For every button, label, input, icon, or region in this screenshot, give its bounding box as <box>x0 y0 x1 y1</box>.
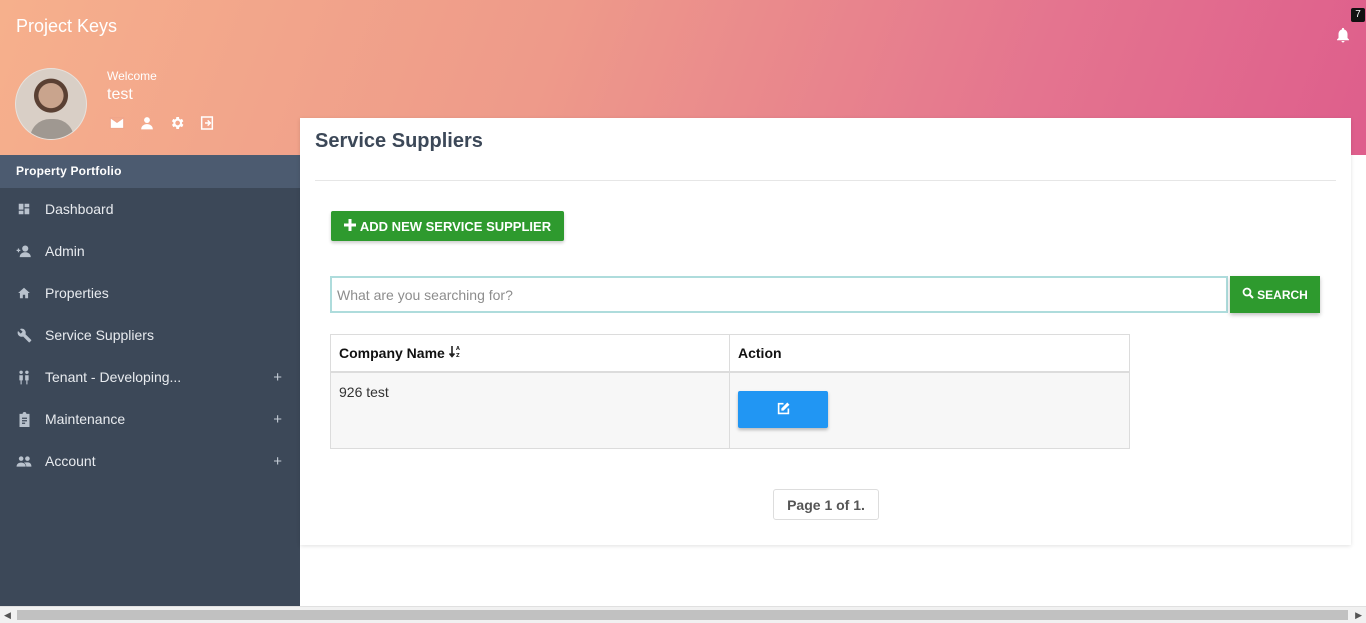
sidebar-item-properties[interactable]: Properties <box>0 272 300 314</box>
pagination-label: Page 1 of 1. <box>773 489 879 520</box>
sort-icon[interactable]: AZ <box>448 345 461 361</box>
main-card: Service Suppliers ADD NEW SERVICE SUPPLI… <box>300 118 1351 545</box>
search-input[interactable] <box>330 276 1228 313</box>
gear-icon[interactable] <box>168 114 186 132</box>
divider <box>315 180 1336 181</box>
person-icon[interactable] <box>138 114 156 132</box>
expand-icon[interactable]: + <box>273 411 282 428</box>
bell-icon[interactable] <box>1334 26 1354 46</box>
sidebar-item-account[interactable]: Account + <box>0 440 300 482</box>
expand-icon[interactable]: + <box>273 453 282 470</box>
search-button[interactable]: SEARCH <box>1230 276 1320 313</box>
column-header-action: Action <box>729 334 1130 373</box>
sidebar-header: Property Portfolio <box>0 155 300 188</box>
plus-icon <box>343 218 356 234</box>
sidebar-item-label: Properties <box>45 285 109 301</box>
sidebar-item-label: Admin <box>45 243 85 259</box>
sidebar-item-tenant[interactable]: Tenant - Developing... + <box>0 356 300 398</box>
home-icon <box>16 285 32 301</box>
people-icon <box>16 369 32 385</box>
scroll-right-icon[interactable]: ▶ <box>1355 610 1362 621</box>
dashboard-icon <box>16 201 32 217</box>
sidebar-item-maintenance[interactable]: Maintenance + <box>0 398 300 440</box>
sidebar-item-label: Tenant - Developing... <box>45 369 182 385</box>
table-row: 926 test <box>330 371 1130 449</box>
profile-actions <box>108 114 216 132</box>
page-title: Service Suppliers <box>315 130 483 152</box>
add-user-icon <box>16 243 32 259</box>
clipboard-icon <box>16 411 32 427</box>
sidebar-item-service-suppliers[interactable]: Service Suppliers <box>0 314 300 356</box>
search-button-label: SEARCH <box>1257 287 1308 302</box>
action-cell <box>729 371 1130 449</box>
scrollbar-thumb[interactable] <box>17 610 1348 620</box>
edit-icon <box>777 402 790 418</box>
avatar <box>15 68 87 140</box>
app-title[interactable]: Project Keys <box>16 16 117 37</box>
sidebar-item-label: Maintenance <box>45 411 126 427</box>
svg-text:A: A <box>456 346 460 352</box>
sidebar-item-admin[interactable]: Admin <box>0 230 300 272</box>
suppliers-table: Company Name AZ Action 926 test <box>330 334 1130 449</box>
sidebar-item-label: Dashboard <box>45 201 114 217</box>
table-header-row: Company Name AZ Action <box>330 334 1130 373</box>
expand-icon[interactable]: + <box>273 369 282 386</box>
sidebar-item-label: Account <box>45 453 96 469</box>
mail-icon[interactable] <box>108 114 126 132</box>
horizontal-scrollbar[interactable]: ◀ ▶ <box>0 606 1366 623</box>
logout-icon[interactable] <box>198 114 216 132</box>
sidebar-item-label: Service Suppliers <box>45 327 154 343</box>
wrench-icon <box>16 327 32 343</box>
edit-button[interactable] <box>738 391 828 428</box>
svg-text:Z: Z <box>456 353 460 358</box>
notification-badge: 7 <box>1351 8 1365 22</box>
sidebar: Property Portfolio Dashboard Admin Prope… <box>0 155 300 606</box>
group-icon <box>16 453 32 469</box>
column-header-company-name[interactable]: Company Name AZ <box>330 334 730 373</box>
add-service-supplier-button[interactable]: ADD NEW SERVICE SUPPLIER <box>331 211 564 241</box>
welcome-label: Welcome <box>107 69 157 83</box>
sidebar-item-dashboard[interactable]: Dashboard <box>0 188 300 230</box>
username: test <box>107 86 133 103</box>
add-button-label: ADD NEW SERVICE SUPPLIER <box>359 218 552 234</box>
company-name-cell: 926 test <box>330 371 730 449</box>
scroll-left-icon[interactable]: ◀ <box>4 610 11 621</box>
search-icon <box>1242 287 1254 302</box>
